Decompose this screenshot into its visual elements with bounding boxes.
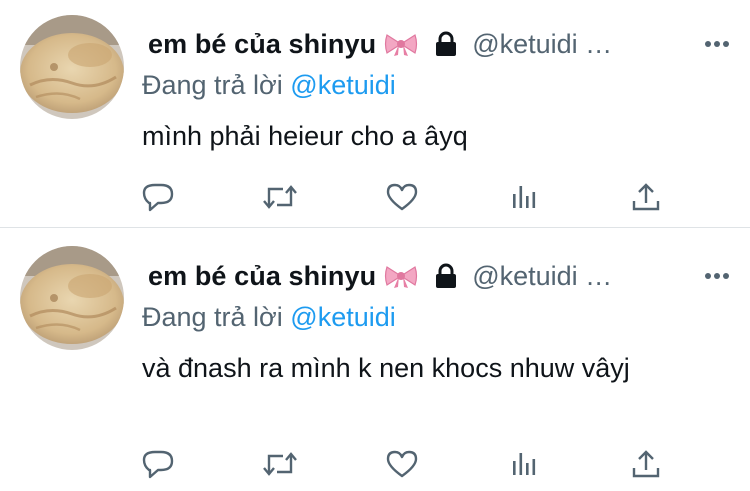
more-options-icon[interactable] — [704, 26, 730, 62]
tweet-actions — [140, 181, 670, 217]
share-icon — [631, 448, 661, 485]
user-handle[interactable]: @ketuidi … — [472, 29, 612, 60]
more-options-icon[interactable] — [704, 258, 730, 294]
views-bar-chart-icon — [509, 182, 539, 217]
heart-icon — [385, 182, 419, 217]
lock-icon — [432, 262, 460, 290]
retweet-button[interactable] — [262, 448, 298, 484]
reply-prefix: Đang trả lời — [142, 70, 283, 100]
reply-prefix: Đang trả lời — [142, 302, 283, 332]
reply-mention-link[interactable]: @ketuidi — [290, 70, 395, 100]
share-button[interactable] — [628, 448, 664, 484]
reply-mention-link[interactable]: @ketuidi — [290, 302, 395, 332]
tweet-text: mình phải heieur cho a âyq — [142, 121, 468, 151]
reply-icon — [141, 181, 175, 218]
tweet[interactable]: em bé của shinyu @ketuidi … Đang trả lời… — [0, 0, 750, 228]
like-button[interactable] — [384, 181, 420, 217]
views-button[interactable] — [506, 448, 542, 484]
retweet-button[interactable] — [262, 181, 298, 217]
heart-icon — [385, 449, 419, 484]
tweet[interactable]: em bé của shinyu @ketuidi … Đang trả lời… — [0, 228, 750, 490]
replying-to: Đang trả lời @ketuidi — [142, 302, 396, 333]
tweet-header: em bé của shinyu @ketuidi … — [148, 26, 730, 62]
bow-emoji-icon — [384, 263, 418, 289]
like-button[interactable] — [384, 448, 420, 484]
retweet-icon — [261, 449, 299, 484]
avatar[interactable] — [20, 15, 124, 119]
display-name[interactable]: em bé của shinyu — [148, 29, 376, 60]
reply-button[interactable] — [140, 448, 176, 484]
views-bar-chart-icon — [509, 449, 539, 484]
share-button[interactable] — [628, 181, 664, 217]
avatar[interactable] — [20, 246, 124, 350]
views-button[interactable] — [506, 181, 542, 217]
share-icon — [631, 181, 661, 218]
user-handle[interactable]: @ketuidi … — [472, 261, 612, 292]
tweet-header: em bé của shinyu @ketuidi … — [148, 258, 730, 294]
reply-icon — [141, 448, 175, 485]
bow-emoji-icon — [384, 31, 418, 57]
tweet-text: và đnash ra mình k nen khocs nhuw vâyj — [142, 353, 630, 383]
lock-icon — [432, 30, 460, 58]
reply-button[interactable] — [140, 181, 176, 217]
display-name[interactable]: em bé của shinyu — [148, 261, 376, 292]
replying-to: Đang trả lời @ketuidi — [142, 70, 396, 101]
retweet-icon — [261, 182, 299, 217]
tweet-actions — [140, 448, 670, 484]
